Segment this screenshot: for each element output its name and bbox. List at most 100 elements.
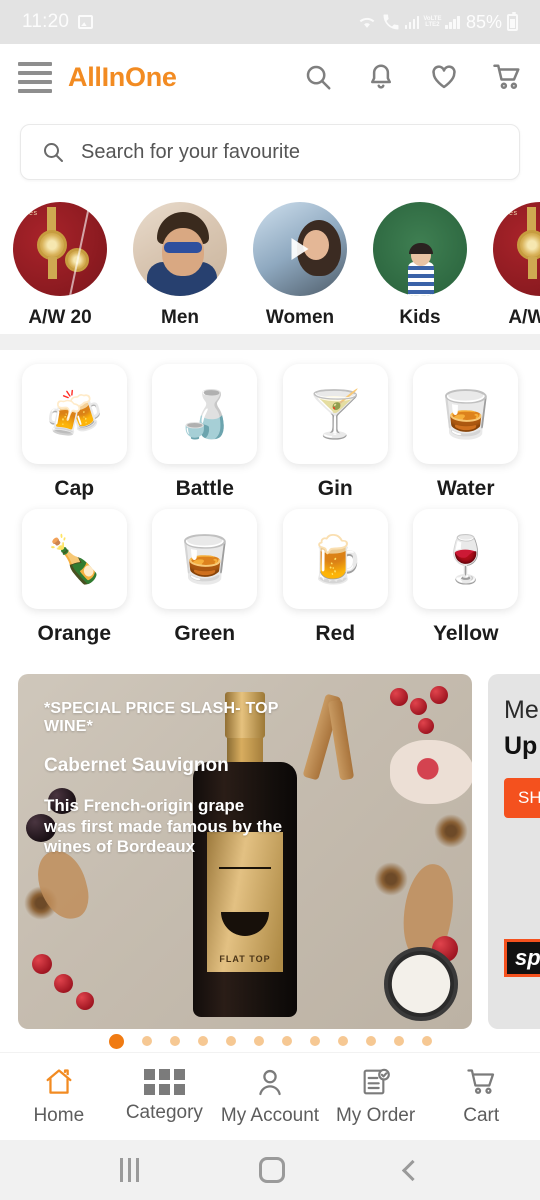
category-tile[interactable]: 🥃 — [152, 509, 258, 609]
section-divider — [0, 334, 540, 350]
battery-percent: 85% — [465, 11, 502, 32]
story-art-caption: ies — [507, 210, 518, 217]
story-avatar — [133, 202, 227, 296]
category-tile[interactable]: 🍸 — [282, 364, 388, 464]
category-item-cap[interactable]: 🍻 Cap — [18, 364, 131, 501]
carousel-pagination[interactable] — [0, 1030, 540, 1052]
nav-item-category[interactable]: Category — [112, 1069, 218, 1124]
pagination-dot[interactable] — [421, 1036, 432, 1046]
story-avatar — [253, 202, 347, 296]
whiskey-bottle-icon: 🍺 — [306, 533, 364, 585]
category-tile[interactable]: 🍺 — [282, 509, 388, 609]
back-button[interactable] — [401, 1159, 424, 1181]
category-item-water[interactable]: 🥃 Water — [410, 364, 523, 501]
stories-carousel[interactable]: ies A/W 20 Men Women Kids ies A/W — [0, 194, 540, 334]
android-system-nav — [0, 1140, 540, 1200]
status-bar-right: VoLTE LTE2 85% — [357, 11, 518, 33]
star-anise-icon — [434, 814, 468, 848]
volte-icon: VoLTE LTE2 — [423, 16, 442, 28]
pagination-dot[interactable] — [225, 1036, 236, 1046]
berry-icon — [32, 954, 52, 974]
pagination-dot[interactable] — [309, 1036, 320, 1046]
pagination-dot-active[interactable] — [108, 1033, 124, 1049]
pagination-dot[interactable] — [281, 1036, 292, 1046]
search-icon[interactable] — [303, 62, 333, 92]
app-screen: 11:20 VoLTE LTE2 85% AllInOne Search for… — [0, 0, 540, 1200]
category-row-2: 🍾 Orange 🥃 Green 🍺 Red 🍷 Yellow — [18, 509, 522, 646]
wine-bottle-glass-icon: 🍷 — [437, 533, 495, 585]
nav-label: Category — [125, 1102, 203, 1123]
category-item-yellow[interactable]: 🍷 Yellow — [410, 509, 523, 646]
nav-label: My Account — [220, 1105, 320, 1126]
wishlist-heart-icon[interactable] — [429, 62, 459, 92]
pagination-dot[interactable] — [337, 1036, 348, 1046]
cart-icon — [467, 1069, 495, 1094]
category-item-green[interactable]: 🥃 Green — [149, 509, 262, 646]
category-label: Battle — [175, 477, 234, 500]
nav-item-home[interactable]: Home — [6, 1066, 112, 1127]
category-label: Orange — [37, 622, 112, 645]
cart-icon[interactable] — [492, 62, 522, 92]
category-label: Red — [315, 622, 356, 645]
category-item-orange[interactable]: 🍾 Orange — [18, 509, 131, 646]
story-label: Kids — [399, 307, 441, 328]
promo-banner-wine[interactable]: FLAT TOP *SPECIAL PRICE SLASH- TOP WINE*… — [18, 674, 472, 1029]
search-icon — [44, 143, 63, 162]
story-item-women[interactable]: Women — [240, 202, 360, 329]
category-label: Gin — [317, 477, 353, 500]
shop-now-button[interactable]: SHO — [504, 778, 540, 818]
app-header: AllInOne — [0, 44, 540, 110]
pagination-dot[interactable] — [141, 1036, 152, 1046]
pocket-watch-icon — [384, 947, 458, 1021]
category-tile[interactable]: 🍾 — [21, 509, 127, 609]
story-item-men[interactable]: Men — [120, 202, 240, 329]
search-input[interactable]: Search for your favourite — [20, 124, 520, 180]
pomegranate-icon — [390, 740, 472, 804]
wifi-icon — [359, 17, 375, 28]
pagination-dot[interactable] — [169, 1036, 180, 1046]
category-tile[interactable]: 🍻 — [21, 364, 127, 464]
promo-next-line1: Me — [504, 696, 539, 724]
story-item-aw20-2[interactable]: ies A/W 20 — [480, 202, 540, 329]
bottom-navigation: Home Category My Account My Order Cart — [0, 1052, 540, 1140]
nav-item-my-account[interactable]: My Account — [217, 1066, 323, 1127]
story-avatar: ies — [493, 202, 540, 296]
story-label: A/W 20 — [28, 307, 92, 328]
call-icon — [383, 14, 399, 30]
brand-logo-badge: sp — [504, 939, 540, 977]
nav-item-cart[interactable]: Cart — [428, 1066, 534, 1127]
orange-bottle-icon: 🍾 — [45, 533, 103, 585]
liquor-bottle-glass-icon: 🍶 — [176, 388, 234, 440]
category-tile[interactable]: 🍷 — [413, 509, 519, 609]
promo-headline: *SPECIAL PRICE SLASH- TOP WINE* — [44, 700, 279, 735]
pagination-dot[interactable] — [197, 1036, 208, 1046]
recents-button[interactable] — [120, 1158, 139, 1182]
category-item-red[interactable]: 🍺 Red — [279, 509, 392, 646]
search-section: Search for your favourite — [0, 110, 540, 194]
star-anise-icon — [374, 862, 408, 896]
promo-carousel[interactable]: FLAT TOP *SPECIAL PRICE SLASH- TOP WINE*… — [0, 660, 540, 1030]
bottle-label-text: FLAT TOP — [219, 954, 271, 964]
beer-mugs-icon: 🍻 — [45, 388, 103, 440]
story-item-aw20[interactable]: ies A/W 20 — [0, 202, 120, 329]
app-brand-title: AllInOne — [68, 61, 177, 92]
hamburger-icon[interactable] — [18, 61, 52, 93]
notifications-bell-icon[interactable] — [366, 62, 396, 92]
category-tile[interactable]: 🥃 — [413, 364, 519, 464]
pagination-dot[interactable] — [393, 1036, 404, 1046]
story-item-kids[interactable]: Kids — [360, 202, 480, 329]
nav-item-my-order[interactable]: My Order — [323, 1066, 429, 1127]
home-button[interactable] — [259, 1157, 285, 1183]
story-avatar — [373, 202, 467, 296]
category-item-battle[interactable]: 🍶 Battle — [149, 364, 262, 501]
nav-label: Cart — [463, 1105, 500, 1126]
brand-logo-text: sp — [515, 945, 540, 970]
pagination-dot[interactable] — [253, 1036, 264, 1046]
signal-bars-icon-2 — [445, 15, 460, 29]
pagination-dot[interactable] — [365, 1036, 376, 1046]
promo-banner-next[interactable]: Me Up SHO sp — [488, 674, 540, 1029]
category-tile[interactable]: 🍶 — [152, 364, 258, 464]
berry-icon — [410, 698, 427, 715]
berry-icon — [390, 688, 408, 706]
category-item-gin[interactable]: 🍸 Gin — [279, 364, 392, 501]
